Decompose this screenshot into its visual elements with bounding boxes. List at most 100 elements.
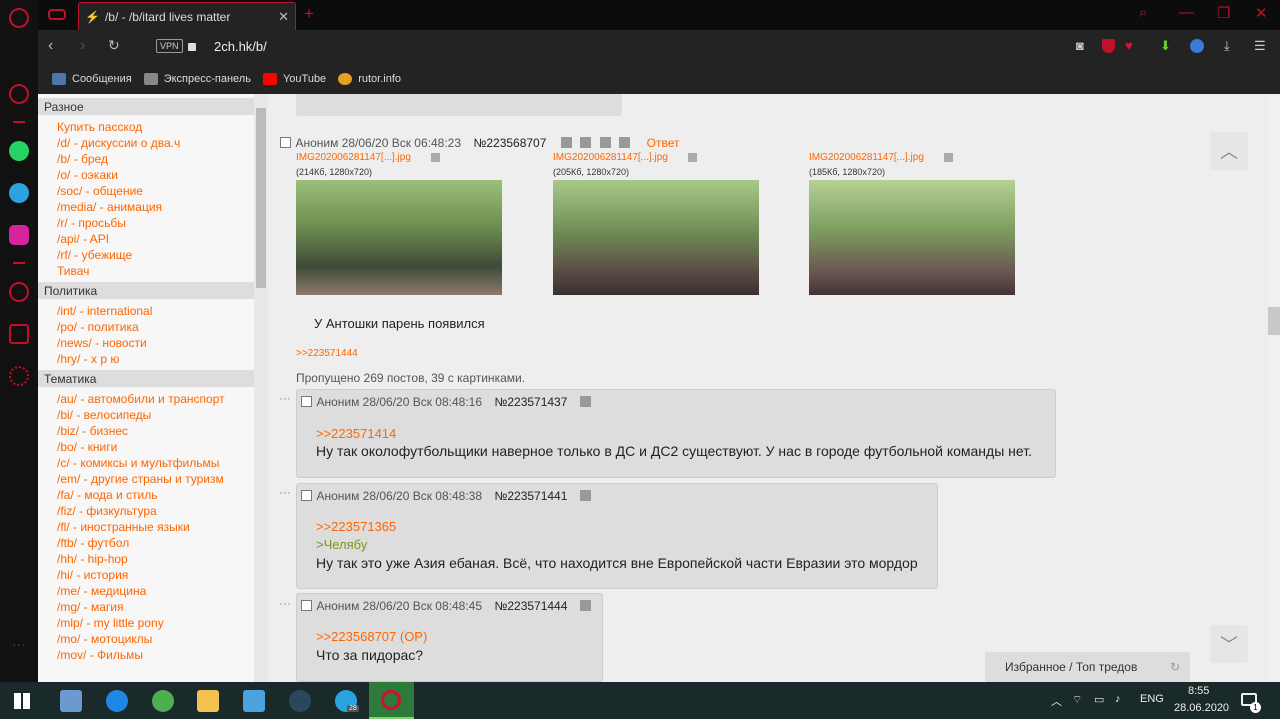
- steam-icon[interactable]: [289, 690, 311, 712]
- quote-link[interactable]: >>223571414: [316, 426, 396, 441]
- post-menu-icon[interactable]: ···: [279, 391, 291, 405]
- post-checkbox[interactable]: [301, 600, 312, 612]
- sidebar-link[interactable]: Тивач: [38, 263, 268, 279]
- sidebar-link[interactable]: /bi/ - велосипеды: [38, 407, 268, 423]
- scrollbar-thumb[interactable]: [256, 108, 266, 288]
- paint-icon[interactable]: [60, 690, 82, 712]
- sidebar-scrollbar[interactable]: [254, 94, 268, 682]
- tab-active[interactable]: ⚡ /b/ - /b/itard lives matter ✕: [78, 2, 296, 30]
- clock-time[interactable]: 8:55: [1188, 685, 1209, 697]
- instagram-icon[interactable]: [9, 225, 29, 245]
- post-menu-icon[interactable]: ···: [279, 596, 291, 610]
- sidebar-link[interactable]: /o/ - оэкаки: [38, 167, 268, 183]
- opera-logo-icon[interactable]: [9, 8, 29, 28]
- sidebar-link[interactable]: /api/ - API: [38, 231, 268, 247]
- sidebar-link[interactable]: /hh/ - hip-hop: [38, 551, 268, 567]
- opera-taskbar-button[interactable]: [369, 682, 414, 719]
- post-checkbox[interactable]: [301, 396, 312, 408]
- close-window-icon[interactable]: ✕: [1255, 4, 1268, 22]
- play-icon[interactable]: [579, 600, 591, 612]
- sidebar-link[interactable]: /rf/ - убежище: [38, 247, 268, 263]
- network-icon[interactable]: ⌔: [1072, 693, 1082, 707]
- reply-link[interactable]: Ответ: [647, 136, 680, 150]
- image-thumbnail[interactable]: [553, 180, 759, 295]
- url-field[interactable]: 2ch.hk/b/: [214, 39, 267, 54]
- sidebar-link[interactable]: /mo/ - мотоциклы: [38, 631, 268, 647]
- forward-icon[interactable]: ›: [80, 37, 85, 55]
- gamepad-icon[interactable]: [48, 9, 66, 20]
- edge-icon[interactable]: [106, 690, 128, 712]
- sidebar-link[interactable]: /au/ - автомобили и транспорт: [38, 391, 268, 407]
- play-icon[interactable]: [579, 396, 591, 408]
- battery-icon[interactable]: ▭: [1094, 693, 1104, 706]
- report-icon[interactable]: [599, 137, 611, 149]
- image-thumbnail[interactable]: [296, 180, 502, 295]
- settings-icon[interactable]: [9, 366, 29, 386]
- sidebar-link[interactable]: /fa/ - мода и стиль: [38, 487, 268, 503]
- vpn-badge[interactable]: VPN: [156, 39, 183, 53]
- sidebar-link[interactable]: /r/ - просьбы: [38, 215, 268, 231]
- image-filename[interactable]: IMG202006281147[...].jpg: [296, 152, 411, 163]
- sidebar-link[interactable]: /mov/ - Фильмы: [38, 647, 268, 663]
- hide-icon[interactable]: [560, 137, 572, 149]
- post-number[interactable]: №223571437: [494, 395, 567, 409]
- expand-icon[interactable]: [580, 137, 592, 149]
- close-tab-icon[interactable]: ✕: [278, 9, 289, 25]
- post-checkbox[interactable]: [280, 137, 291, 149]
- page-scrollbar[interactable]: [1268, 94, 1280, 682]
- image-filename[interactable]: IMG202006281147[...].jpg: [553, 152, 668, 163]
- sidebar-link[interactable]: /me/ - медицина: [38, 583, 268, 599]
- windows-start-icon[interactable]: [14, 693, 30, 709]
- sidebar-link[interactable]: /ftb/ - футбол: [38, 535, 268, 551]
- history-icon[interactable]: [9, 282, 29, 302]
- play-icon[interactable]: [619, 137, 631, 149]
- bookmark-express-panel[interactable]: Экспресс-панель: [143, 73, 251, 85]
- favorites-panel[interactable]: Избранное / Топ тредов ↻: [985, 652, 1190, 682]
- easy-setup-icon[interactable]: ☰: [1254, 38, 1266, 54]
- refresh-icon[interactable]: ↻: [1170, 660, 1180, 674]
- bookmark-messages[interactable]: Сообщения: [52, 73, 132, 85]
- download-extension-icon[interactable]: ⬇: [1160, 38, 1171, 54]
- quote-link[interactable]: >>223571365: [316, 519, 396, 534]
- globe-icon[interactable]: [1190, 39, 1204, 53]
- sidebar-link[interactable]: /mg/ - магия: [38, 599, 268, 615]
- post-menu-icon[interactable]: ···: [279, 485, 291, 499]
- sidebar-link[interactable]: /po/ - политика: [38, 319, 268, 335]
- back-icon[interactable]: ‹: [48, 37, 53, 55]
- omitted-posts[interactable]: Пропущено 269 постов, 39 с картинками.: [296, 371, 525, 385]
- telegram-icon[interactable]: [9, 183, 29, 203]
- utorrent-icon[interactable]: [152, 690, 174, 712]
- sidebar-link[interactable]: /mlp/ - my little pony: [38, 615, 268, 631]
- extensions-icon[interactable]: [9, 324, 29, 344]
- image-filename[interactable]: IMG202006281147[...].jpg: [809, 152, 924, 163]
- sidebar-link[interactable]: /news/ - новости: [38, 335, 268, 351]
- sidebar-link[interactable]: /int/ - international: [38, 303, 268, 319]
- search-icon[interactable]: ⌕: [1139, 4, 1147, 21]
- heart-icon[interactable]: ♥: [1125, 38, 1133, 53]
- post-number[interactable]: №223571444: [494, 599, 567, 613]
- post-number[interactable]: №223568707: [473, 136, 546, 150]
- sidebar-link[interactable]: /bo/ - книги: [38, 439, 268, 455]
- sidebar-link[interactable]: /em/ - другие страны и туризм: [38, 471, 268, 487]
- bookmark-youtube[interactable]: YouTube: [262, 73, 326, 85]
- post-number[interactable]: №223571441: [494, 489, 567, 503]
- play-icon[interactable]: [579, 490, 591, 502]
- zoom-icon[interactable]: [944, 153, 953, 162]
- more-icon[interactable]: ···: [9, 634, 29, 654]
- backref-link[interactable]: >>223571444: [296, 348, 358, 359]
- sidebar-link[interactable]: /d/ - дискуссии о два.ч: [38, 135, 268, 151]
- scrollbar-thumb[interactable]: [1268, 307, 1280, 335]
- sidebar-link[interactable]: /soc/ - общение: [38, 183, 268, 199]
- language-indicator[interactable]: ENG: [1140, 693, 1164, 705]
- minimize-icon[interactable]: —: [1179, 4, 1194, 21]
- scroll-up-button[interactable]: ︿: [1210, 132, 1248, 170]
- maximize-icon[interactable]: ❐: [1217, 4, 1230, 22]
- post-checkbox[interactable]: [301, 490, 312, 502]
- whatsapp-icon[interactable]: [9, 141, 29, 161]
- file-explorer-icon[interactable]: [197, 690, 219, 712]
- sidebar-link[interactable]: /fiz/ - физкультура: [38, 503, 268, 519]
- image-thumbnail[interactable]: [809, 180, 1015, 295]
- sidebar-link[interactable]: /biz/ - бизнес: [38, 423, 268, 439]
- sidebar-link[interactable]: Купить пасскод: [38, 119, 268, 135]
- sidebar-link[interactable]: /media/ - анимация: [38, 199, 268, 215]
